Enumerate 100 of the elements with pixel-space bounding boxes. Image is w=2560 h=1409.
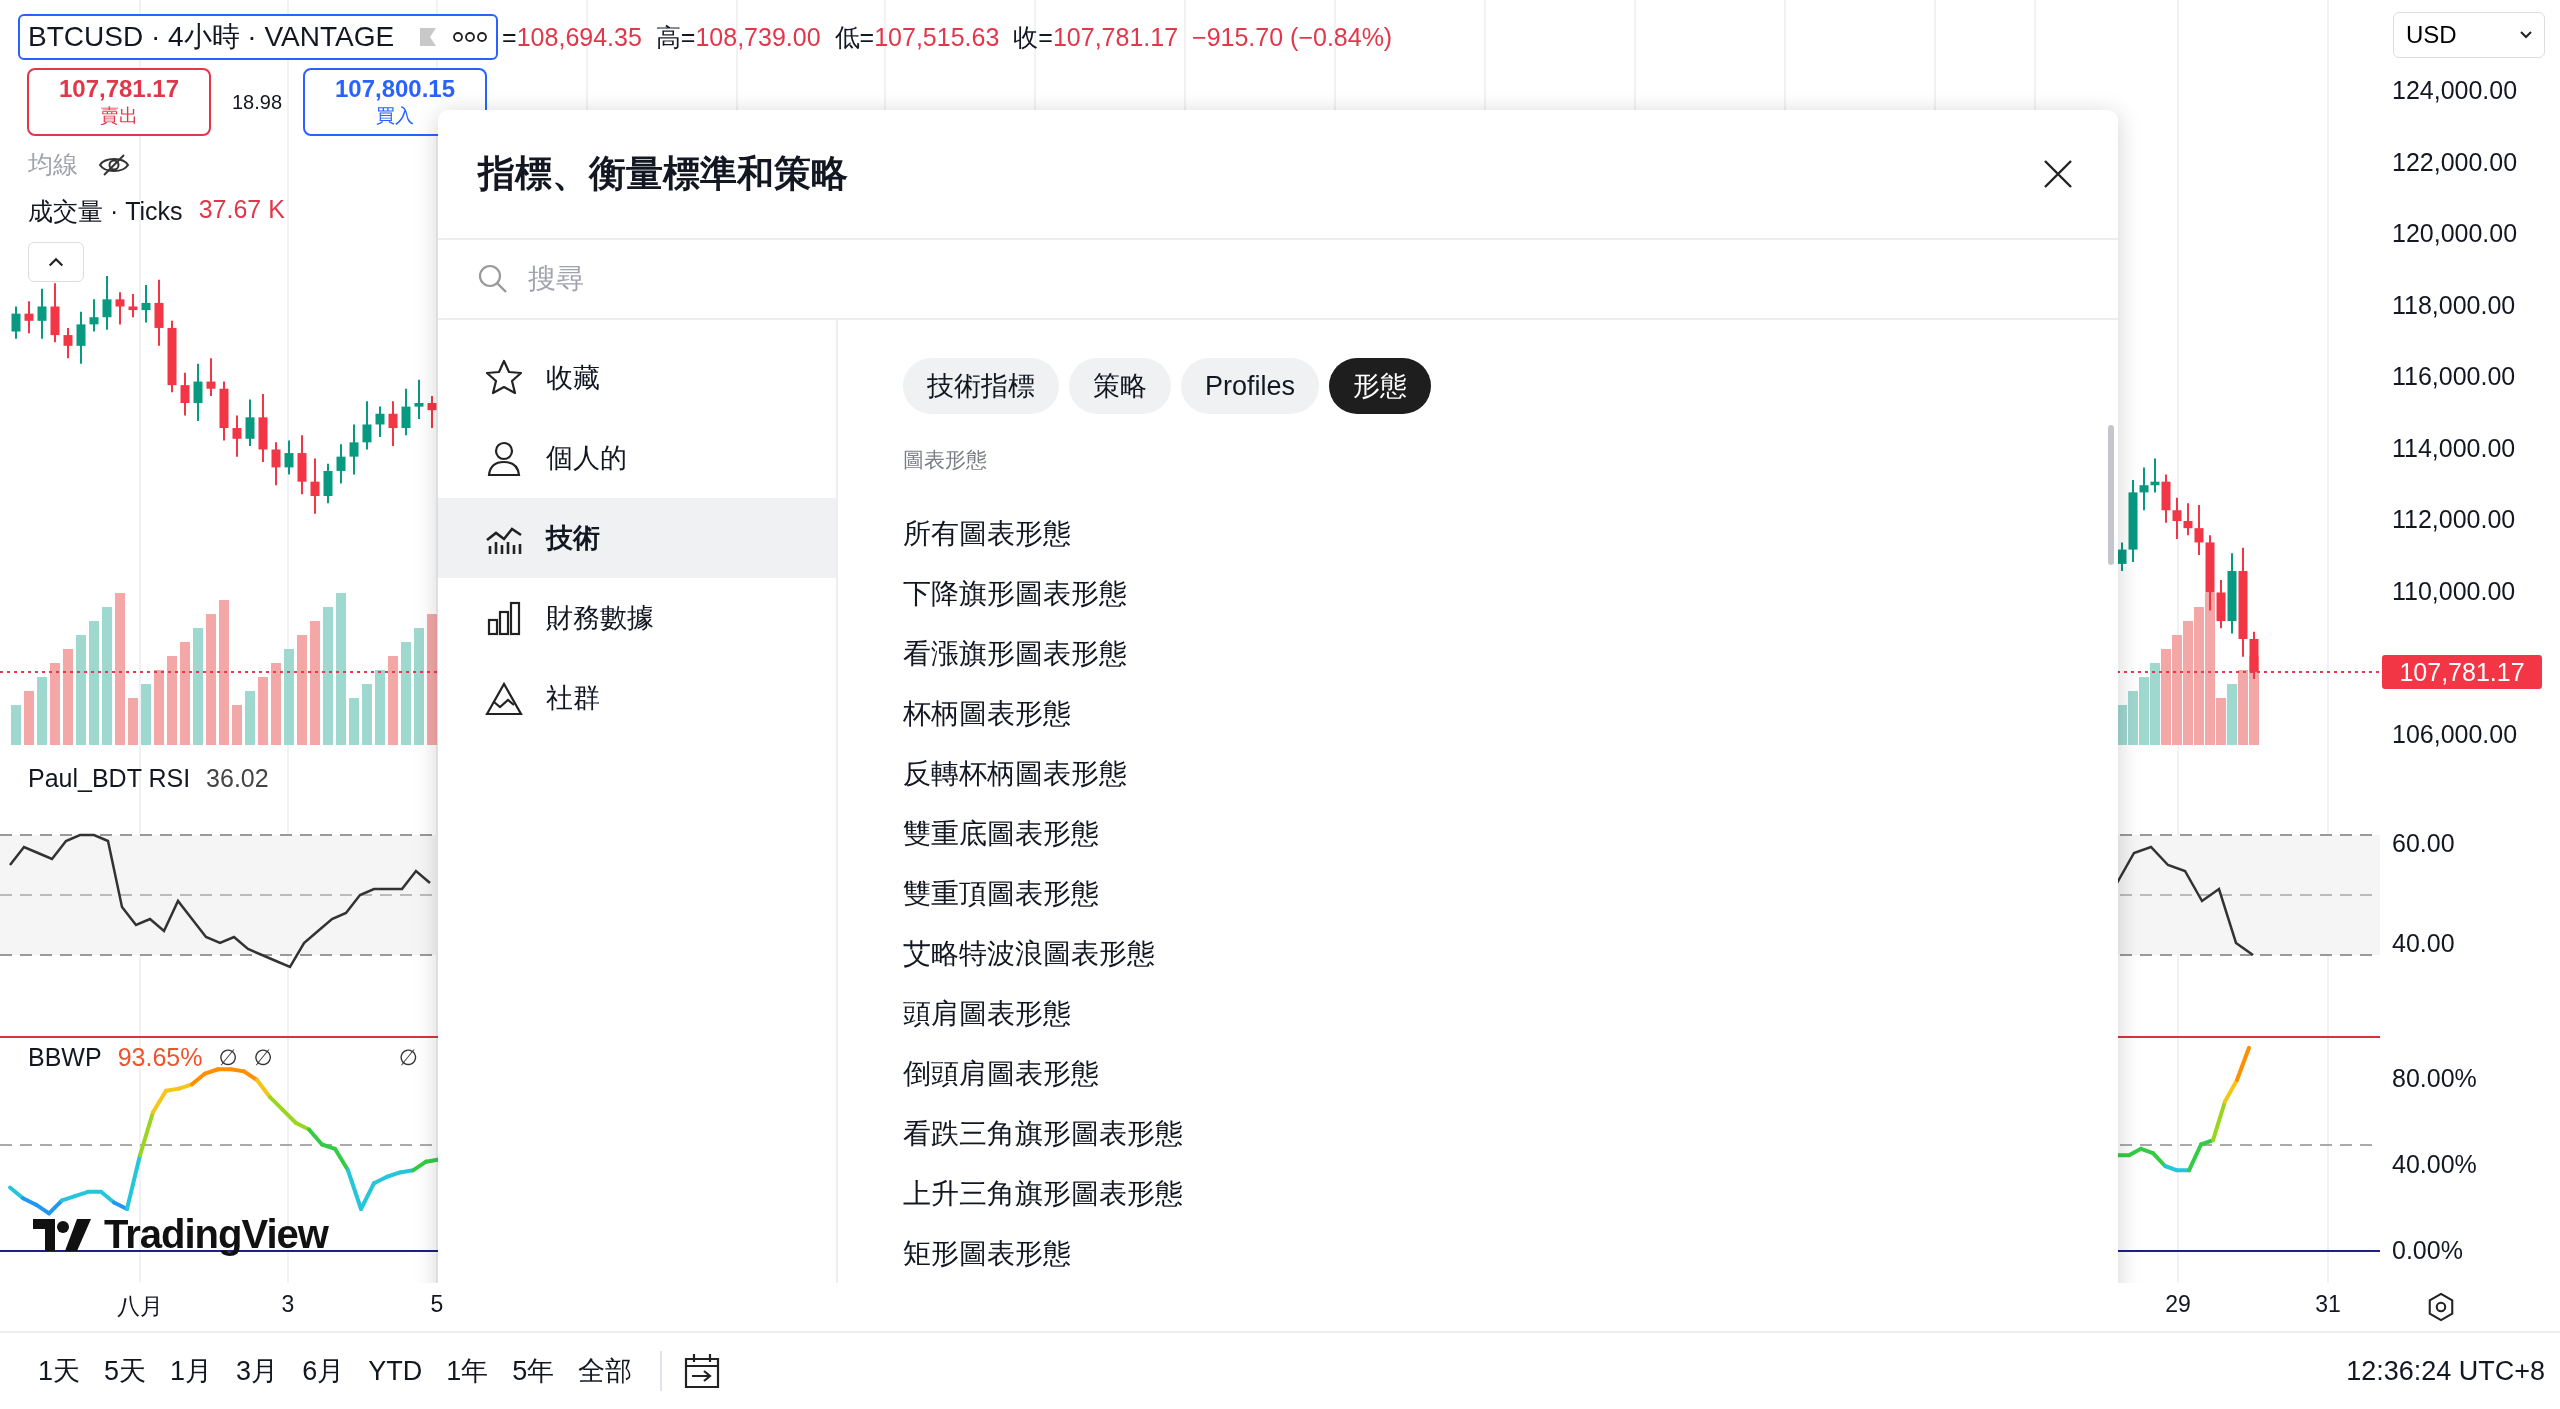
candle bbox=[193, 362, 203, 422]
pattern-item[interactable]: 頭肩圖表形態 bbox=[903, 984, 2118, 1044]
rsi-axis-label: 40.00 bbox=[2392, 929, 2455, 958]
candle bbox=[219, 380, 229, 442]
candle bbox=[323, 462, 333, 505]
settings-icon[interactable] bbox=[2426, 1292, 2456, 1322]
more-icon[interactable] bbox=[452, 31, 489, 43]
candle bbox=[2150, 457, 2160, 494]
category-item[interactable]: 技術 bbox=[438, 498, 836, 578]
category-item[interactable]: 財務數據 bbox=[438, 578, 836, 658]
category-item[interactable]: 個人的 bbox=[438, 418, 836, 498]
indicator-name: BBWP bbox=[28, 1043, 102, 1072]
price-label: 114,000.00 bbox=[2392, 433, 2516, 463]
flag-icon bbox=[418, 26, 439, 48]
volume-bar bbox=[11, 705, 21, 745]
candle bbox=[180, 371, 190, 417]
range-button[interactable]: 全部 bbox=[570, 1349, 641, 1393]
pattern-item[interactable]: 看跌三角旗形圖表形態 bbox=[903, 1104, 2118, 1164]
time-label: 31 bbox=[2315, 1291, 2341, 1318]
filter-tab[interactable]: Profiles bbox=[1181, 358, 1320, 414]
volume-bar bbox=[24, 691, 34, 745]
pattern-item[interactable]: 杯柄圖表形態 bbox=[903, 684, 2118, 744]
indicator-name: 均線 bbox=[28, 149, 78, 180]
price-label: 118,000.00 bbox=[2392, 290, 2516, 320]
scrollbar-thumb[interactable] bbox=[2108, 425, 2114, 565]
range-button[interactable]: 1天 bbox=[30, 1349, 89, 1393]
ohlc-value: 收=107,781.17 bbox=[1013, 21, 1179, 53]
candle bbox=[89, 298, 99, 333]
range-button[interactable]: YTD bbox=[360, 1351, 431, 1391]
price-label: 120,000.00 bbox=[2392, 219, 2518, 248]
eye-icon[interactable] bbox=[98, 152, 130, 177]
candle bbox=[63, 326, 73, 360]
indicator-value: 93.65% bbox=[117, 1043, 203, 1072]
range-button[interactable]: 6月 bbox=[294, 1349, 353, 1393]
candle bbox=[427, 394, 437, 430]
volume-bar bbox=[232, 705, 242, 745]
pattern-item[interactable]: 看漲旗形圖表形態 bbox=[903, 624, 2118, 684]
ohlc-value: 低=107,515.63 bbox=[834, 21, 1000, 53]
pattern-item[interactable]: 所有圖表形態 bbox=[903, 504, 2118, 564]
volume-bar bbox=[362, 684, 372, 745]
indicator-name: Paul_BDT RSI bbox=[28, 764, 191, 793]
pattern-item[interactable]: 雙重底圖表形態 bbox=[903, 804, 2118, 864]
filter-tab[interactable]: 形態 bbox=[1329, 358, 1432, 414]
price-label: 116,000.00 bbox=[2392, 362, 2516, 391]
time-label: 29 bbox=[2165, 1291, 2191, 1318]
candle bbox=[310, 457, 320, 515]
candle bbox=[414, 378, 424, 421]
pattern-item[interactable]: 下降旗形圖表形態 bbox=[903, 564, 2118, 624]
candle bbox=[284, 439, 294, 476]
price-label: 110,000.00 bbox=[2392, 576, 2516, 606]
indicator-name: 成交量 · Ticks bbox=[28, 196, 183, 227]
candle bbox=[375, 405, 385, 438]
filter-tab[interactable]: 技術指標 bbox=[903, 358, 1059, 414]
volume-bar bbox=[2128, 691, 2138, 745]
volume-bar bbox=[258, 677, 268, 745]
time-label: 3 bbox=[281, 1291, 295, 1318]
currency-dropdown[interactable]: USD bbox=[2393, 12, 2545, 58]
volume-bar bbox=[2117, 705, 2127, 745]
sell-button[interactable]: 107,781.17 賣出 bbox=[27, 68, 211, 136]
range-button[interactable]: 1年 bbox=[438, 1349, 497, 1393]
range-button[interactable]: 1月 bbox=[162, 1349, 221, 1393]
volume-bar bbox=[37, 677, 47, 745]
bbwp-axis-label: 40.00% bbox=[2392, 1150, 2477, 1179]
category-item[interactable]: 收藏 bbox=[438, 338, 836, 418]
pattern-item[interactable]: 矩形圖表形態 bbox=[903, 1224, 2118, 1283]
candle bbox=[388, 400, 398, 447]
indicator-value: 37.67 K bbox=[198, 195, 285, 225]
ohlc-value: =108,694.35 bbox=[502, 22, 642, 52]
candle bbox=[115, 291, 125, 326]
time-label: 八月 bbox=[117, 1292, 163, 1321]
category-item[interactable]: 社群 bbox=[438, 658, 836, 738]
candle bbox=[206, 357, 216, 397]
candle bbox=[349, 423, 359, 476]
dialog-title: 指標、衡量標準和策略 bbox=[478, 152, 848, 196]
candle bbox=[258, 393, 268, 463]
indicator-value: 36.02 bbox=[206, 764, 269, 793]
section-heading: 圖表形態 bbox=[903, 447, 988, 473]
close-icon[interactable] bbox=[2043, 159, 2073, 189]
buy-button[interactable]: 107,800.15 買入 bbox=[303, 68, 487, 136]
volume-bar bbox=[141, 684, 151, 745]
logo-text: TradingView bbox=[104, 1212, 328, 1257]
price-label: 112,000.00 bbox=[2392, 505, 2516, 534]
time-label: 5 bbox=[430, 1291, 444, 1318]
pattern-item[interactable]: 反轉杯柄圖表形態 bbox=[903, 744, 2118, 804]
empty-value: ∅ bbox=[398, 1044, 418, 1071]
filter-tab[interactable]: 策略 bbox=[1069, 358, 1171, 414]
range-button[interactable]: 5天 bbox=[96, 1349, 155, 1393]
pattern-item[interactable]: 艾略特波浪圖表形態 bbox=[903, 924, 2118, 984]
candle bbox=[297, 434, 307, 496]
candle bbox=[362, 400, 372, 451]
chevron-up-icon bbox=[47, 256, 65, 268]
range-button[interactable]: 3月 bbox=[228, 1349, 287, 1393]
pattern-item[interactable]: 雙重頂圖表形態 bbox=[903, 864, 2118, 924]
volume-bar bbox=[2139, 677, 2149, 745]
pattern-item[interactable]: 倒頭肩圖表形態 bbox=[903, 1044, 2118, 1104]
range-button[interactable]: 5年 bbox=[504, 1349, 563, 1393]
candle bbox=[50, 282, 60, 344]
pattern-item[interactable]: 上升三角旗形圖表形態 bbox=[903, 1164, 2118, 1224]
volume-bar bbox=[128, 698, 138, 745]
symbol-selector[interactable]: BTCUSD · 4小時 · VANTAGE bbox=[18, 14, 499, 60]
